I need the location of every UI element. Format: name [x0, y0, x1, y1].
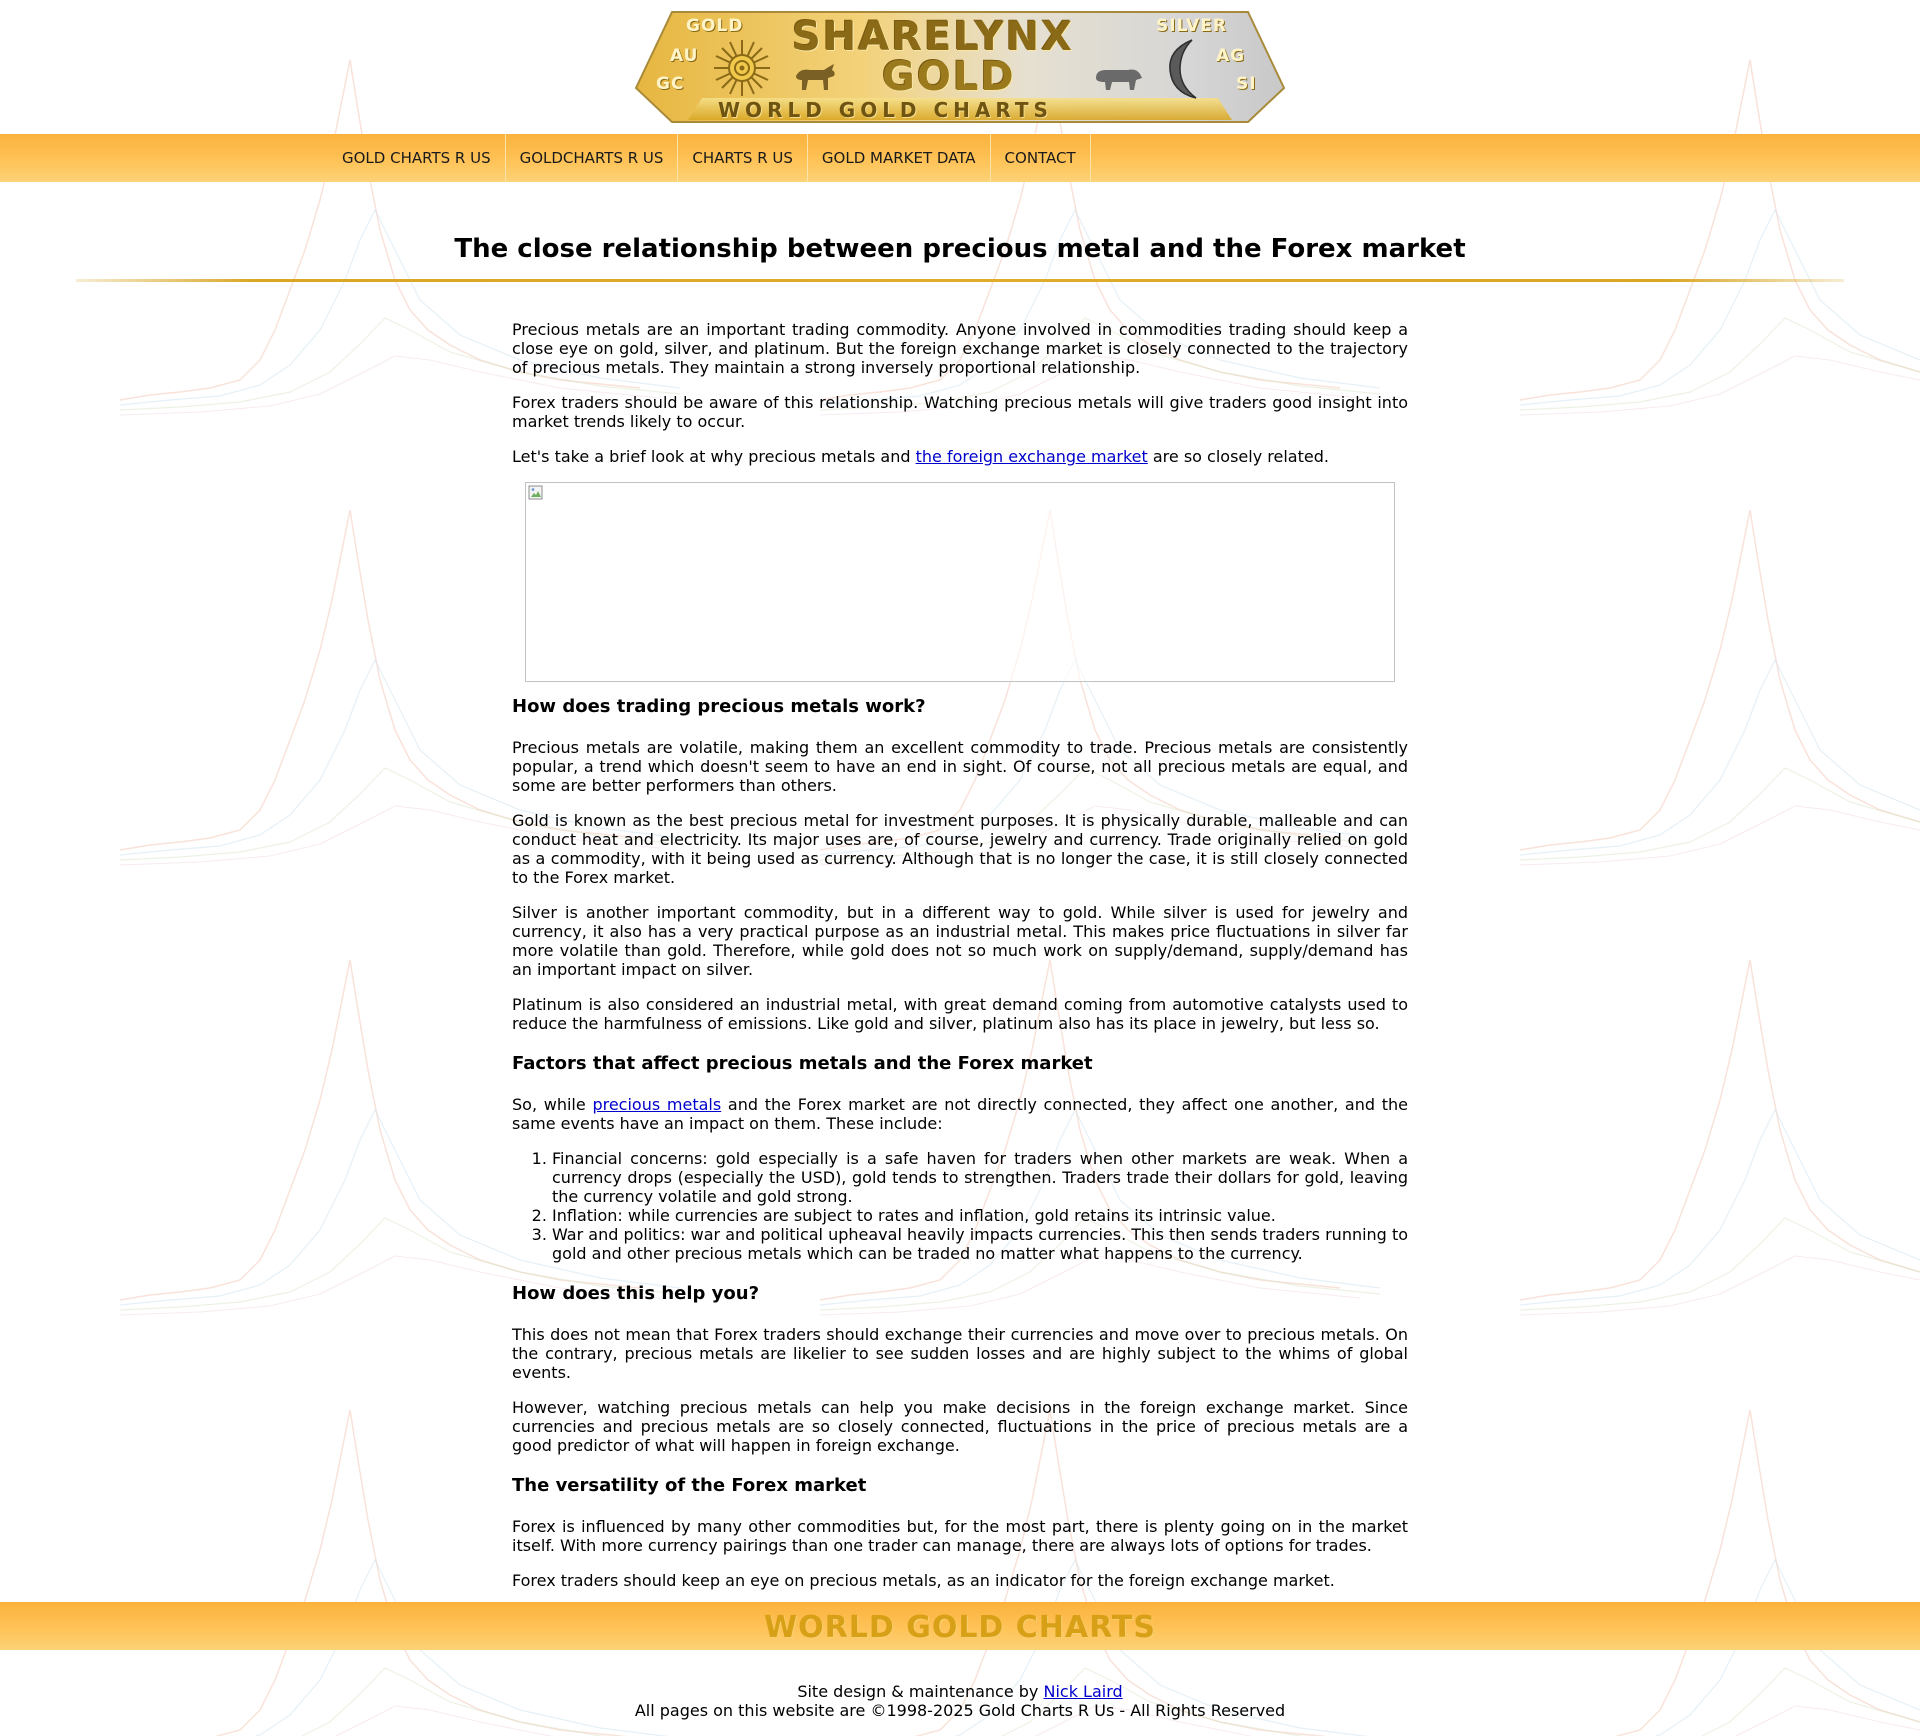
factors-text-before-link: So, while: [512, 1095, 593, 1114]
logo-subtitle: WORLD GOLD CHARTS: [718, 98, 1053, 122]
logo-ag-symbol: AG: [1216, 46, 1246, 66]
foreign-exchange-market-link[interactable]: the foreign exchange market: [916, 447, 1148, 466]
precious-metals-link[interactable]: precious metals: [592, 1095, 721, 1114]
logo-silver-label: SILVER: [1156, 16, 1227, 36]
logo-gold-text: GOLD: [882, 54, 1016, 100]
article-image-placeholder: [525, 482, 1395, 682]
help-paragraph-2: However, watching precious metals can he…: [512, 1398, 1408, 1455]
logo-gc-symbol: GC: [656, 74, 685, 94]
bear-icon: [1096, 69, 1142, 90]
site-credit-line: Site design & maintenance by Nick Laird: [0, 1682, 1920, 1701]
broken-image-icon: [528, 485, 543, 500]
trading-paragraph-1: Precious metals are volatile, making the…: [512, 738, 1408, 795]
main-navigation-bar: GOLD CHARTS R US GOLDCHARTS R US CHARTS …: [0, 134, 1920, 182]
nick-laird-link[interactable]: Nick Laird: [1043, 1682, 1122, 1701]
footer-brand: WORLD GOLD CHARTS: [764, 1610, 1156, 1645]
title-divider: [76, 279, 1844, 282]
intro-text-after-link: are so closely related.: [1147, 447, 1329, 466]
trading-paragraph-3: Silver is another important commodity, b…: [512, 903, 1408, 979]
page-title: The close relationship between precious …: [454, 234, 1466, 264]
trading-paragraph-2: Gold is known as the best precious metal…: [512, 811, 1408, 887]
intro-paragraph-3: Let's take a brief look at why precious …: [512, 447, 1408, 466]
copyright-notice: All pages on this website are ©1998-2025…: [634, 1701, 1286, 1720]
main-navigation: GOLD CHARTS R US GOLDCHARTS R US CHARTS …: [328, 134, 1091, 182]
footer-bar: WORLD GOLD CHARTS: [0, 1602, 1920, 1650]
versatility-paragraph-1: Forex is influenced by many other commod…: [512, 1517, 1408, 1555]
factor-item-war-politics: War and politics: war and political uphe…: [552, 1225, 1408, 1263]
article-body: Precious metals are an important trading…: [512, 320, 1408, 1606]
logo-au-symbol: AU: [670, 46, 699, 66]
versatility-paragraph-2: Forex traders should keep an eye on prec…: [512, 1571, 1335, 1590]
site-logo[interactable]: SHARELYNX GOLD WORLD GOLD CHARTS GOLD AU…: [632, 10, 1288, 124]
intro-paragraph-1: Precious metals are an important trading…: [512, 320, 1408, 377]
nav-item-gold-market-data[interactable]: GOLD MARKET DATA: [808, 134, 991, 182]
trading-paragraph-4: Platinum is also considered an industria…: [512, 995, 1408, 1033]
factors-list: Financial concerns: gold especially is a…: [512, 1149, 1408, 1263]
heading-factors: Factors that affect precious metals and …: [512, 1053, 1093, 1074]
heading-trading-precious-metals: How does trading precious metals work?: [512, 696, 926, 717]
logo-gold-label: GOLD: [686, 16, 744, 36]
intro-paragraph-2: Forex traders should be aware of this re…: [512, 393, 1408, 431]
factor-item-financial: Financial concerns: gold especially is a…: [552, 1149, 1408, 1206]
credit-text: Site design & maintenance by: [797, 1682, 1044, 1701]
nav-item-gold-charts-r-us[interactable]: GOLD CHARTS R US: [328, 134, 506, 182]
nav-item-contact[interactable]: CONTACT: [991, 134, 1091, 182]
footer-credits: Site design & maintenance by Nick Laird …: [0, 1682, 1920, 1720]
heading-versatility: The versatility of the Forex market: [512, 1475, 867, 1496]
factor-item-inflation: Inflation: while currencies are subject …: [552, 1206, 1408, 1225]
factors-paragraph: So, while precious metals and the Forex …: [512, 1095, 1408, 1133]
moon-icon: [1169, 39, 1197, 99]
bull-icon: [796, 64, 835, 90]
heading-how-does-this-help: How does this help you?: [512, 1283, 760, 1304]
intro-text-before-link: Let's take a brief look at why precious …: [512, 447, 916, 466]
nav-item-charts-r-us[interactable]: CHARTS R US: [678, 134, 808, 182]
sun-icon: [714, 40, 770, 96]
help-paragraph-1: This does not mean that Forex traders sh…: [512, 1325, 1408, 1382]
nav-item-goldcharts-r-us[interactable]: GOLDCHARTS R US: [506, 134, 679, 182]
logo-si-symbol: SI: [1236, 74, 1257, 94]
